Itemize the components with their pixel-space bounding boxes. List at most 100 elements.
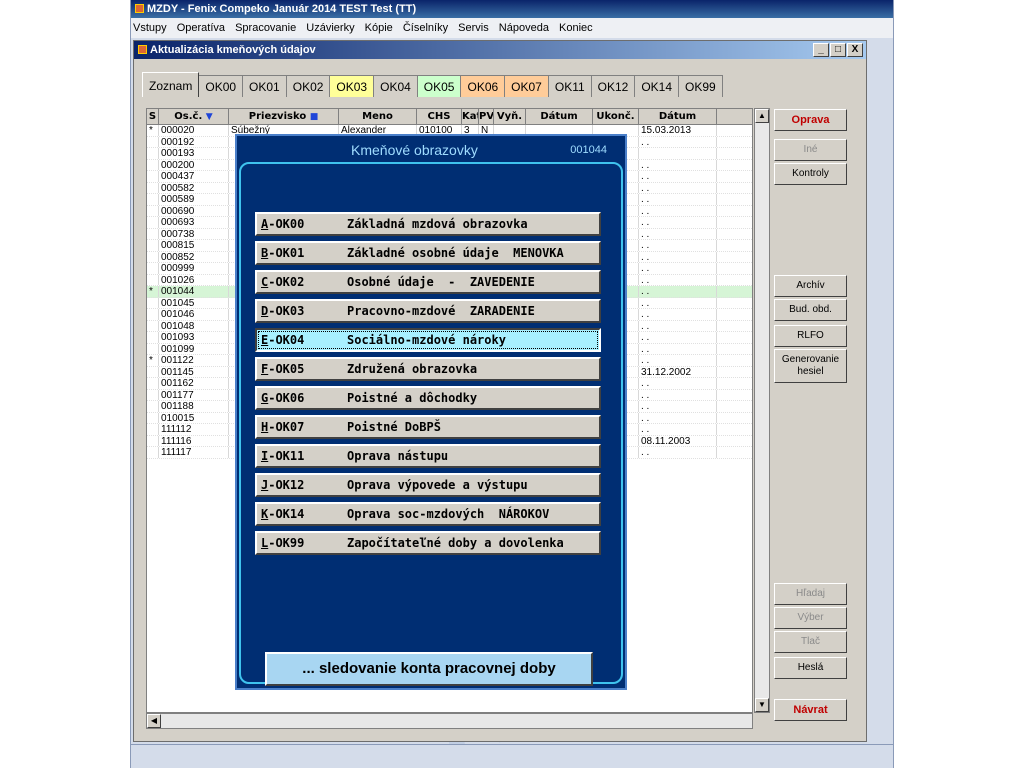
scroll-down-icon[interactable]: ▼: [755, 698, 769, 712]
screen-menu-item-ok01[interactable]: B-OK01 Základné osobné údaje MENOVKA: [255, 241, 601, 265]
side-button-oprava[interactable]: Oprava: [774, 109, 847, 131]
tab-ok00[interactable]: OK00: [198, 75, 244, 97]
screen-menu-item-ok99[interactable]: L-OK99 Započítateľné doby a dovolenka: [255, 531, 601, 555]
maximize-button[interactable]: □: [830, 43, 846, 57]
side-button-rlfo[interactable]: RLFO: [774, 325, 847, 347]
tab-ok04[interactable]: OK04: [373, 75, 418, 97]
tab-ok99[interactable]: OK99: [678, 75, 723, 97]
table-cell: [147, 217, 159, 228]
menu-spracovanie[interactable]: Spracovanie: [235, 22, 296, 34]
menu-item-code-text: -OK04: [268, 333, 305, 347]
column-header-meno[interactable]: Meno: [339, 109, 417, 124]
side-button-heslá[interactable]: Heslá: [774, 657, 847, 679]
side-button-bud-obd-[interactable]: Bud. obd.: [774, 299, 847, 321]
table-cell: [147, 447, 159, 458]
tab-ok01[interactable]: OK01: [242, 75, 287, 97]
menu-item-code-text: -OK03: [268, 304, 305, 318]
menu-servis[interactable]: Servis: [458, 22, 489, 34]
tab-ok14[interactable]: OK14: [634, 75, 680, 97]
menu-item-code-text: -OK11: [268, 449, 305, 463]
tab-ok03[interactable]: OK03: [329, 75, 375, 97]
table-cell: 001145: [159, 366, 229, 377]
table-cell: [147, 435, 159, 446]
screen-menu-item-ok06[interactable]: G-OK06 Poistné a dôchodky: [255, 386, 601, 410]
table-cell: 000738: [159, 228, 229, 239]
screen-menu-item-ok00[interactable]: A-OK00 Základná mzdová obrazovka: [255, 212, 601, 236]
table-cell: 000193: [159, 148, 229, 159]
column-header-osc[interactable]: Os.č. ▼: [159, 109, 229, 124]
column-header-ukonc[interactable]: Ukonč.: [593, 109, 639, 124]
scroll-up-icon[interactable]: ▲: [755, 109, 769, 123]
menu-item-code: J-OK12: [261, 475, 347, 495]
table-cell: [147, 389, 159, 400]
table-cell: [147, 309, 159, 320]
horizontal-scrollbar[interactable]: ◀: [146, 713, 753, 729]
screen-menu-item-ok03[interactable]: D-OK03 Pracovno-mzdové ZARADENIE: [255, 299, 601, 323]
side-button-kontroly[interactable]: Kontroly: [774, 163, 847, 185]
table-cell: 000200: [159, 159, 229, 170]
vertical-scrollbar[interactable]: ▲ ▼: [754, 108, 770, 713]
side-button-hľadaj[interactable]: Hľadaj: [774, 583, 847, 605]
screen-menu-item-ok12[interactable]: J-OK12 Oprava výpovede a výstupu: [255, 473, 601, 497]
table-cell: . .: [639, 182, 717, 193]
menu-item-code-text: -OK05: [268, 362, 305, 376]
menu-ciselniky[interactable]: Číselníky: [403, 22, 448, 34]
table-cell: . .: [639, 286, 717, 297]
menu-vstupy[interactable]: Vstupy: [133, 22, 167, 34]
side-button-iné[interactable]: Iné: [774, 139, 847, 161]
screen-menu-item-ok04[interactable]: E-OK04 Sociálno-mzdové nároky: [255, 328, 601, 352]
column-header-vyn[interactable]: Vyň.: [494, 109, 526, 124]
close-button[interactable]: X: [847, 43, 863, 57]
table-cell: 001162: [159, 378, 229, 389]
table-cell: 001177: [159, 389, 229, 400]
scroll-left-icon[interactable]: ◀: [147, 714, 161, 728]
tab-ok12[interactable]: OK12: [590, 75, 636, 97]
menu-koniec[interactable]: Koniec: [559, 22, 593, 34]
tab-ok11[interactable]: OK11: [547, 75, 592, 97]
tab-ok06[interactable]: OK06: [460, 75, 506, 97]
table-cell: . .: [639, 309, 717, 320]
screen-menu-item-ok02[interactable]: C-OK02 Osobné údaje - ZAVEDENIE: [255, 270, 601, 294]
dialog-title: Kmeňové obrazovky: [351, 142, 478, 158]
tab-ok07[interactable]: OK07: [504, 75, 549, 97]
table-cell: . .: [639, 332, 717, 343]
tab-ok02[interactable]: OK02: [285, 75, 331, 97]
table-cell: . .: [639, 424, 717, 435]
column-header-priezvisko[interactable]: Priezvisko ■: [229, 109, 339, 124]
menu-uzavierky[interactable]: Uzávierky: [306, 22, 354, 34]
table-cell: [147, 194, 159, 205]
window-icon: [138, 45, 147, 54]
column-header-pv[interactable]: PV: [479, 109, 494, 124]
side-button-archív[interactable]: Archív: [774, 275, 847, 297]
column-header-s[interactable]: S: [147, 109, 159, 124]
menu-napoveda[interactable]: Nápoveda: [499, 22, 549, 34]
side-button-generovanie-hesiel[interactable]: Generovanie hesiel: [774, 349, 847, 383]
menu-kopie[interactable]: Kópie: [365, 22, 393, 34]
side-button-návrat[interactable]: Návrat: [774, 699, 847, 721]
table-cell: [147, 320, 159, 331]
table-cell: 15.03.2013: [639, 125, 717, 136]
column-header-datum-2[interactable]: Dátum: [639, 109, 717, 124]
menu-item-code: F-OK05: [261, 359, 347, 379]
column-header-kat[interactable]: Kat: [462, 109, 479, 124]
screen-menu-item-ok07[interactable]: H-OK07 Poistné DoBPŠ: [255, 415, 601, 439]
screen-menu-item-ok11[interactable]: I-OK11 Oprava nástupu: [255, 444, 601, 468]
table-cell: 111116: [159, 435, 229, 446]
menu-item-code-text: -OK07: [268, 420, 305, 434]
screen-menu-item-ok05[interactable]: F-OK05 Združená obrazovka: [255, 357, 601, 381]
column-header-chs[interactable]: CHS: [417, 109, 462, 124]
column-header-datum[interactable]: Dátum: [526, 109, 593, 124]
screen-menu-item-ok14[interactable]: K-OK14 Oprava soc-mzdových NÁROKOV: [255, 502, 601, 526]
menu-operativa[interactable]: Operatíva: [177, 22, 225, 34]
table-cell: 000693: [159, 217, 229, 228]
side-button-tlač[interactable]: Tlač: [774, 631, 847, 653]
side-button-výber[interactable]: Výber: [774, 607, 847, 629]
menu-item-label: Osobné údaje - ZAVEDENIE: [347, 275, 535, 289]
minimize-button[interactable]: _: [813, 43, 829, 57]
tab-zoznam[interactable]: Zoznam: [142, 72, 200, 97]
tab-ok05[interactable]: OK05: [416, 75, 462, 97]
work-time-account-button[interactable]: ... sledovanie konta pracovnej doby: [265, 652, 593, 686]
table-cell: 001044: [159, 286, 229, 297]
table-cell: [147, 274, 159, 285]
table-cell: [147, 401, 159, 412]
